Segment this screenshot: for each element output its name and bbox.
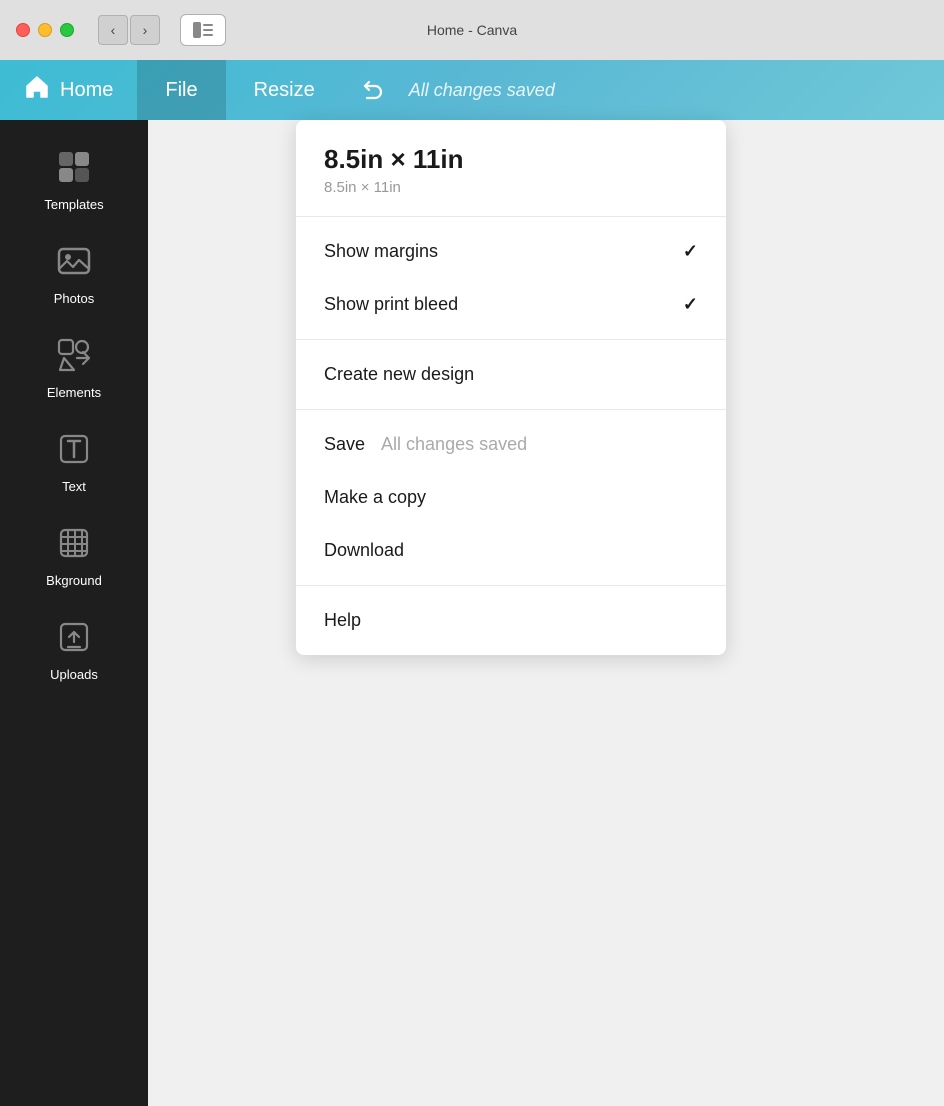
help-section: Help <box>296 586 726 655</box>
show-print-bleed-label: Show print bleed <box>324 294 458 315</box>
photos-icon <box>57 244 91 285</box>
file-button[interactable]: File <box>137 60 225 120</box>
resize-label: Resize <box>254 79 315 102</box>
uploads-icon <box>57 620 91 661</box>
help-item[interactable]: Help <box>296 594 726 647</box>
file-dropdown-menu: 8.5in × 11in 8.5in × 11in Show margins ✓… <box>296 120 726 655</box>
sidebar-toggle-button[interactable] <box>180 14 226 46</box>
save-label: Save <box>324 434 365 455</box>
sidebar-item-uploads-label: Uploads <box>50 667 98 682</box>
menu-header: 8.5in × 11in 8.5in × 11in <box>296 120 726 217</box>
sidebar-item-text[interactable]: Text <box>14 418 134 508</box>
show-margins-label: Show margins <box>324 241 438 262</box>
app-header: Home File Resize All changes saved <box>0 60 944 120</box>
undo-icon <box>359 77 385 103</box>
text-icon <box>57 432 91 473</box>
save-status-label: All changes saved <box>381 434 527 455</box>
create-section: Create new design <box>296 340 726 410</box>
minimize-button[interactable] <box>38 23 52 37</box>
sidebar-item-elements-label: Elements <box>47 385 101 400</box>
sidebar-item-elements[interactable]: Elements <box>14 324 134 414</box>
templates-icon <box>57 150 91 191</box>
create-new-design-item[interactable]: Create new design <box>296 348 726 401</box>
home-icon <box>24 74 50 106</box>
resize-button[interactable]: Resize <box>226 60 343 120</box>
help-label: Help <box>324 610 361 631</box>
design-size-title: 8.5in × 11in <box>324 144 698 175</box>
sidebar-item-photos[interactable]: Photos <box>14 230 134 320</box>
show-print-bleed-check-icon: ✓ <box>683 294 698 315</box>
close-button[interactable] <box>16 23 30 37</box>
show-margins-check-icon: ✓ <box>683 241 698 262</box>
create-new-design-label: Create new design <box>324 364 474 385</box>
show-margins-item[interactable]: Show margins ✓ <box>296 225 726 278</box>
forward-button[interactable]: › <box>130 15 160 45</box>
elements-icon <box>57 338 91 379</box>
sidebar-toggle-icon <box>193 22 213 38</box>
sidebar-item-templates[interactable]: Templates <box>14 136 134 226</box>
make-a-copy-label: Make a copy <box>324 487 426 508</box>
show-print-bleed-item[interactable]: Show print bleed ✓ <box>296 278 726 331</box>
sidebar-item-photos-label: Photos <box>54 291 94 306</box>
file-label: File <box>165 79 197 102</box>
canvas-area: 8.5in × 11in 8.5in × 11in Show margins ✓… <box>148 120 944 1106</box>
download-label: Download <box>324 540 404 561</box>
sidebar-item-uploads[interactable]: Uploads <box>14 606 134 696</box>
sidebar-item-templates-label: Templates <box>44 197 103 212</box>
nav-buttons: ‹ › <box>98 15 160 45</box>
saved-status-text: All changes saved <box>409 80 555 101</box>
make-a-copy-item[interactable]: Make a copy <box>296 471 726 524</box>
traffic-lights <box>16 23 74 37</box>
background-icon <box>57 526 91 567</box>
save-item[interactable]: Save All changes saved <box>296 418 726 471</box>
back-button[interactable]: ‹ <box>98 15 128 45</box>
home-button[interactable]: Home <box>0 60 137 120</box>
window-title: Home - Canva <box>427 22 517 38</box>
back-icon: ‹ <box>111 22 116 38</box>
undo-button[interactable] <box>343 60 401 120</box>
main-layout: Templates Photos Elements <box>0 120 944 1106</box>
fullscreen-button[interactable] <box>60 23 74 37</box>
design-size-subtitle: 8.5in × 11in <box>324 179 698 196</box>
display-options-section: Show margins ✓ Show print bleed ✓ <box>296 217 726 340</box>
forward-icon: › <box>143 22 148 38</box>
sidebar-item-text-label: Text <box>62 479 86 494</box>
file-actions-section: Save All changes saved Make a copy Downl… <box>296 410 726 586</box>
sidebar-item-background-label: Bkground <box>46 573 102 588</box>
sidebar-item-background[interactable]: Bkground <box>14 512 134 602</box>
sidebar: Templates Photos Elements <box>0 120 148 1106</box>
home-label: Home <box>60 79 113 102</box>
download-item[interactable]: Download <box>296 524 726 577</box>
titlebar: ‹ › Home - Canva <box>0 0 944 60</box>
